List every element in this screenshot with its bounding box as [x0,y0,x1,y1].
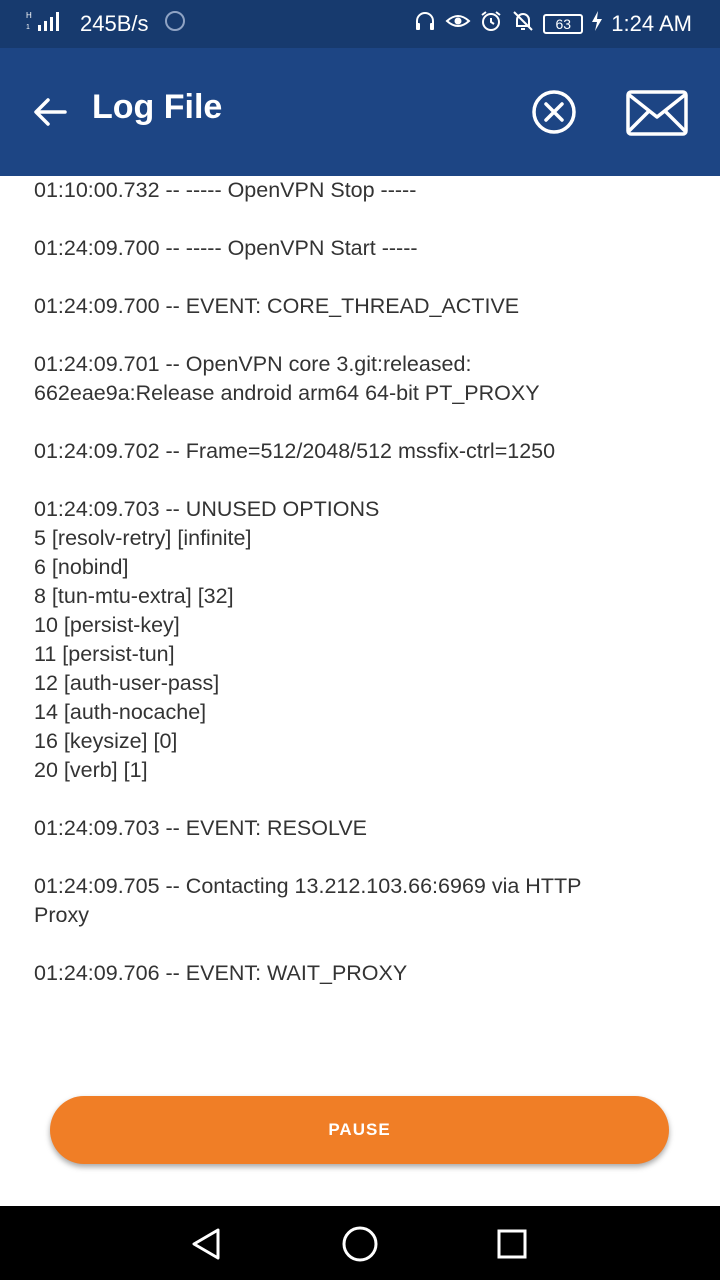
clock: 1:24 AM [611,11,692,36]
alarm-icon [479,9,503,39]
eye-icon [445,9,471,39]
headphones-icon [413,9,437,39]
arrow-left-icon [34,98,67,126]
nav-recents-button[interactable] [487,1221,537,1267]
svg-text:1: 1 [26,24,30,31]
status-right: 63 1:24 AM [413,0,692,48]
close-circle-icon [532,90,576,134]
status-bar: H 1 245B/s 63 1:24 AM [0,0,720,48]
navigation-bar [0,1206,720,1280]
mute-notifications-icon [511,9,535,39]
send-log-button[interactable] [626,90,688,136]
nav-back-button[interactable] [181,1221,231,1267]
log-text: 01:10:00.732 -- ----- OpenVPN Stop -----… [34,178,582,985]
recents-square-icon [497,1229,527,1259]
status-left: H 1 245B/s [26,0,187,48]
mail-icon [626,90,688,136]
charging-icon [591,10,603,38]
nav-home-button[interactable] [335,1221,385,1267]
net-speed: 245B/s [80,11,149,36]
sync-icon [163,9,187,39]
back-button[interactable] [28,86,72,138]
signal-icon: H 1 [26,9,66,39]
home-circle-icon [342,1226,378,1262]
toolbar: Log File [0,48,720,176]
svg-text:H: H [26,11,32,20]
page-title: Log File [92,88,223,126]
pause-button[interactable]: PAUSE [50,1096,669,1164]
back-triangle-icon [192,1228,220,1260]
battery-icon: 63 [543,14,584,34]
clear-log-button[interactable] [530,88,578,136]
